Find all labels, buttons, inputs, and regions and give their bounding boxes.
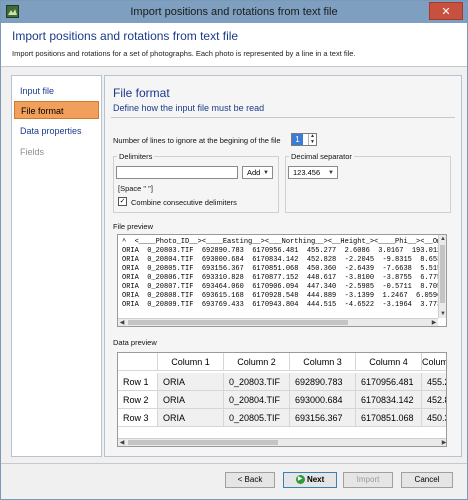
step-fields: Fields	[20, 147, 45, 157]
grid-cell[interactable]: 452.828	[422, 391, 446, 409]
file-preview-line: ^ <____Photo_ID__><____Easting__><___Nor…	[122, 238, 447, 246]
back-button[interactable]: < Back	[225, 472, 275, 488]
grid-cell[interactable]: 6170956.481	[356, 373, 422, 391]
scroll-thumb[interactable]	[440, 245, 445, 303]
grid-cell[interactable]: ORIA	[158, 373, 224, 391]
grid-cell[interactable]: 693156.367	[290, 409, 356, 427]
import-button: Import	[343, 472, 393, 488]
data-preview-grid[interactable]: Column 1 Column 2 Column 3 Column 4 Colu…	[117, 352, 447, 447]
step-data-properties[interactable]: Data properties	[14, 122, 99, 140]
grid-cell[interactable]: 693000.684	[290, 391, 356, 409]
grid-cell[interactable]: 692890.783	[290, 373, 356, 391]
chevron-down-icon: ▼	[328, 170, 334, 176]
grid-row-header[interactable]: Row 3	[118, 409, 158, 427]
grid-cell[interactable]: 455.277	[422, 373, 446, 391]
ignore-lines-stepper[interactable]: 1 ▲ ▼	[291, 133, 317, 146]
step-input-file[interactable]: Input file	[14, 82, 99, 100]
decimal-separator-group: Decimal separator 123.456 ▼	[285, 152, 451, 213]
grid-cell[interactable]: 0_20805.TIF	[224, 409, 290, 427]
combine-delimiters-checkbox[interactable]: ✓	[118, 197, 127, 206]
grid-cell[interactable]: ORIA	[158, 409, 224, 427]
panel-title: File format	[113, 86, 170, 100]
footer-divider	[1, 463, 467, 464]
grid-column-header[interactable]: Column 5	[422, 353, 446, 371]
chevron-down-icon: ▼	[263, 170, 269, 176]
scroll-down-icon[interactable]: ▼	[439, 310, 446, 318]
add-delimiter-label: Add	[247, 168, 261, 177]
grid-column-header[interactable]: Column 3	[290, 353, 356, 371]
scroll-right-icon[interactable]: ▶	[430, 319, 438, 326]
step-file-format[interactable]: File format	[14, 101, 99, 119]
data-preview-label: Data preview	[113, 338, 157, 347]
combine-delimiters-label: Combine consecutive delimiters	[131, 198, 237, 207]
header-subtitle: Import positions and rotations for a set…	[12, 49, 356, 58]
scroll-right-icon[interactable]: ▶	[440, 439, 446, 446]
panel-divider	[111, 117, 455, 118]
wizard-steps-list: Input file File format Data properties F…	[11, 75, 102, 457]
decimal-separator-value: 123.456	[293, 168, 321, 177]
next-button-label: Next	[306, 475, 325, 484]
scroll-left-icon[interactable]: ◀	[118, 439, 126, 446]
file-preview-line: ORIA 0_20809.TIF 693769.433 6170943.804 …	[122, 301, 446, 309]
next-button[interactable]: ▶ Next	[283, 472, 337, 488]
file-preview-vscrollbar[interactable]: ▲ ▼	[438, 235, 446, 318]
file-format-panel: File format Define how the input file mu…	[104, 75, 462, 457]
file-preview-box[interactable]: ^ <____Photo_ID__><____Easting__><___Nor…	[117, 234, 447, 327]
window-title: Import positions and rotations from text…	[130, 6, 338, 18]
file-preview-line: ORIA 0_20804.TIF 693000.684 6170834.142 …	[122, 256, 446, 264]
grid-column-header[interactable]: Column 1	[158, 353, 224, 371]
grid-cell[interactable]: 6170834.142	[356, 391, 422, 409]
ignore-lines-value[interactable]: 1	[292, 134, 303, 145]
decimal-separator-select[interactable]: 123.456 ▼	[288, 166, 338, 179]
scroll-up-icon[interactable]: ▲	[439, 235, 446, 243]
scroll-thumb[interactable]	[128, 440, 278, 445]
delimiter-input[interactable]	[116, 166, 238, 179]
scroll-left-icon[interactable]: ◀	[118, 319, 126, 326]
grid-row-header[interactable]: Row 1	[118, 373, 158, 391]
grid-cell[interactable]: 450.360	[422, 409, 446, 427]
grid-cell[interactable]: 6170851.068	[356, 409, 422, 427]
file-preview-line: ORIA 0_20805.TIF 693156.367 6170851.068 …	[122, 265, 446, 273]
file-preview-line: ORIA 0_20806.TIF 693310.828 6170877.152 …	[122, 274, 446, 282]
header-title: Import positions and rotations from text…	[12, 29, 239, 43]
file-preview-line: ORIA 0_20803.TIF 692890.783 6170956.481 …	[122, 247, 442, 255]
grid-cell[interactable]: ORIA	[158, 391, 224, 409]
file-preview-line: ORIA 0_20807.TIF 693464.060 6170906.094 …	[122, 283, 446, 291]
grid-cell[interactable]: 0_20804.TIF	[224, 391, 290, 409]
delimiters-group: Delimiters Add ▼ [Space " "] ✓ Combine c…	[113, 152, 279, 213]
scroll-thumb[interactable]	[128, 320, 348, 325]
cancel-button[interactable]: Cancel	[401, 472, 453, 488]
ignore-lines-label: Number of lines to ignore at the beginin…	[113, 136, 281, 145]
import-dialog-window: Import positions and rotations from text…	[0, 0, 468, 500]
grid-column-header[interactable]: Column 2	[224, 353, 290, 371]
panel-subtitle: Define how the input file must be read	[113, 103, 265, 113]
decimal-separator-label: Decimal separator	[289, 152, 354, 161]
next-arrow-icon: ▶	[295, 475, 305, 485]
grid-row-header[interactable]: Row 2	[118, 391, 158, 409]
stepper-arrows-icon[interactable]: ▲ ▼	[308, 133, 316, 145]
file-preview-hscrollbar[interactable]: ◀ ▶	[118, 318, 438, 326]
wizard-header: Import positions and rotations from text…	[1, 23, 467, 67]
file-preview-label: File preview	[113, 222, 154, 231]
delimiters-group-label: Delimiters	[117, 152, 155, 161]
grid-corner	[118, 353, 158, 371]
current-delimiter-text: [Space " "]	[118, 184, 153, 193]
add-delimiter-dropdown[interactable]: Add ▼	[242, 166, 273, 179]
title-bar[interactable]: Import positions and rotations from text…	[1, 1, 467, 23]
grid-column-header[interactable]: Column 4	[356, 353, 422, 371]
data-preview-hscrollbar[interactable]: ◀ ▶	[118, 438, 446, 446]
file-preview-line: ORIA 0_20808.TIF 693615.168 6170928.548 …	[122, 292, 442, 300]
grid-cell[interactable]: 0_20803.TIF	[224, 373, 290, 391]
close-window-button[interactable]: ✕	[429, 2, 463, 20]
